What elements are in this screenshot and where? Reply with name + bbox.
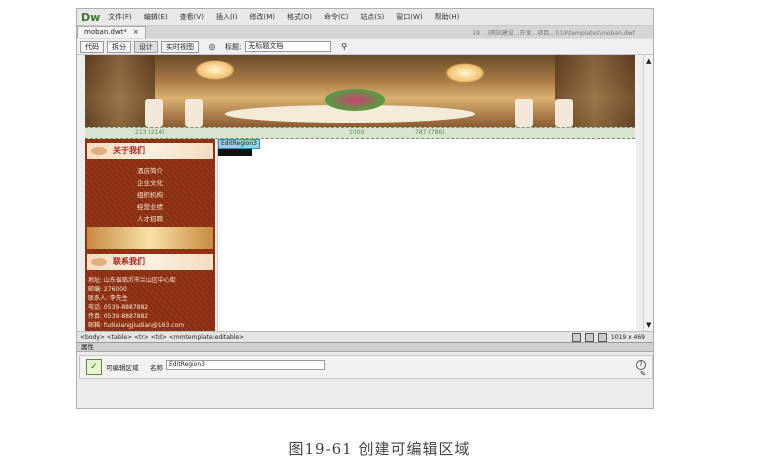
- right-column-width: 787 (786): [415, 129, 445, 136]
- chair: [555, 99, 573, 127]
- region-name-input[interactable]: EditRegion3: [166, 360, 325, 370]
- status-bar: <body> <table> <tr> <td> <mmtemplate:edi…: [77, 331, 653, 342]
- menu-help[interactable]: 帮助(H): [435, 12, 460, 22]
- sidebar-link-performance[interactable]: 经营业绩: [137, 201, 163, 211]
- document-tab-bar: moban.dwt* × 19 ...(网站建设...开发...项目...)\1…: [77, 26, 653, 38]
- menu-insert[interactable]: 插入(I): [216, 12, 238, 22]
- desktop-icon[interactable]: [571, 332, 581, 342]
- check-page-icon[interactable]: ⚲: [339, 42, 349, 52]
- design-view[interactable]: 213 (214) 1000 787 (786) 关于我们 酒店简介 企业文化 …: [77, 55, 643, 331]
- scroll-up-icon[interactable]: ▲: [646, 57, 651, 65]
- editable-region-selection[interactable]: [218, 149, 252, 156]
- lamp-light: [445, 63, 485, 83]
- name-label: 名称: [150, 364, 163, 372]
- menu-bar: Dw 文件(F) 编辑(E) 查看(V) 插入(I) 修改(M) 格式(O) 命…: [77, 9, 653, 26]
- document-path: 19 ...(网站建设...开发...项目...)\19\templates\m…: [472, 29, 635, 37]
- menu-view[interactable]: 查看(V): [180, 12, 204, 22]
- banner-image: [85, 55, 635, 127]
- property-type: 可编辑区域: [106, 364, 139, 372]
- contact-phone: 电话: 0539-8887882: [88, 304, 149, 311]
- window-size[interactable]: 1019 x 469: [611, 334, 645, 341]
- editable-region-icon: ✓: [86, 359, 102, 375]
- properties-body: ✓ 可编辑区域 名称 EditRegion3 ? ✎: [79, 355, 653, 379]
- chair: [145, 99, 163, 127]
- contact-person: 联系人: 李先生: [88, 295, 128, 302]
- menu-site[interactable]: 站点(S): [360, 12, 384, 22]
- live-view-button[interactable]: 实时视图: [161, 40, 199, 53]
- figure-caption: 图19-61 创建可编辑区域: [288, 440, 471, 458]
- sidebar-link-intro[interactable]: 酒店简介: [137, 165, 163, 175]
- lamp-light: [195, 60, 235, 80]
- ornament-icon: [91, 258, 107, 266]
- status-right: 1019 x 469: [571, 332, 645, 342]
- left-sidebar: 关于我们 酒店简介 企业文化 组织机构 经营业绩 人才招聘 联系我们 地址: 山…: [85, 139, 215, 331]
- document-tab[interactable]: moban.dwt* ×: [77, 26, 146, 38]
- menu-window[interactable]: 窗口(W): [396, 12, 422, 22]
- tablet-icon[interactable]: [584, 332, 594, 342]
- globe-icon[interactable]: ◎: [207, 42, 217, 52]
- contact-us-header: 联系我们: [87, 254, 213, 270]
- editable-region-tab[interactable]: EditRegion3: [218, 139, 260, 149]
- ornament-icon: [91, 147, 107, 155]
- about-us-title: 关于我们: [113, 146, 145, 155]
- document-toolbar: 代码 拆分 设计 实时视图 ◎ 标题: 无标题文档 ⚲: [77, 39, 653, 55]
- table-width-strip: 213 (214) 1000 787 (786): [85, 127, 635, 139]
- close-icon[interactable]: ×: [133, 27, 139, 38]
- edit-icon[interactable]: ✎: [640, 370, 646, 378]
- split-view-button[interactable]: 拆分: [107, 40, 131, 53]
- menu-format[interactable]: 格式(O): [287, 12, 312, 22]
- left-column-width: 213 (214): [135, 129, 165, 136]
- menu-edit[interactable]: 编辑(E): [144, 12, 168, 22]
- scroll-down-icon[interactable]: ▼: [646, 321, 651, 329]
- title-input[interactable]: 无标题文档: [245, 41, 332, 52]
- contact-email: 邮箱: fudixiangjiudian@163.com: [88, 322, 185, 329]
- document-tab-label: moban.dwt*: [84, 28, 127, 36]
- contact-address: 地址: 山东省临沂市兰山区中心街: [88, 277, 176, 284]
- dw-logo: Dw: [81, 10, 101, 24]
- chair: [185, 99, 203, 127]
- help-icon[interactable]: ?: [636, 360, 646, 370]
- tag-selector[interactable]: <body> <table> <tr> <td> <mmtemplate:edi…: [80, 334, 244, 341]
- design-view-button[interactable]: 设计: [134, 40, 158, 53]
- chair: [515, 99, 533, 127]
- properties-title: 属性: [77, 343, 653, 352]
- vertical-scrollbar[interactable]: ▲ ▼: [643, 55, 653, 331]
- sidebar-link-recruit[interactable]: 人才招聘: [137, 213, 163, 223]
- phone-icon[interactable]: [597, 332, 607, 342]
- dreamweaver-window: Dw 文件(F) 编辑(E) 查看(V) 插入(I) 修改(M) 格式(O) 命…: [76, 8, 654, 409]
- sidebar-link-organization[interactable]: 组织机构: [137, 189, 163, 199]
- wine-glasses-image: [87, 227, 213, 249]
- contact-fax: 传真: 0539-8887882: [88, 313, 149, 320]
- menu-file[interactable]: 文件(F): [108, 12, 132, 22]
- code-view-button[interactable]: 代码: [80, 40, 104, 53]
- properties-panel: 属性 ✓ 可编辑区域 名称 EditRegion3 ? ✎: [77, 342, 653, 408]
- table-width: 1000: [349, 129, 365, 136]
- title-label: 标题:: [225, 42, 242, 51]
- menu-commands[interactable]: 命令(C): [324, 12, 348, 22]
- flower-centerpiece: [325, 89, 385, 111]
- sidebar-link-culture[interactable]: 企业文化: [137, 177, 163, 187]
- contact-postcode: 邮编: 276000: [88, 286, 127, 293]
- contact-us-title: 联系我们: [113, 257, 145, 266]
- content-area[interactable]: EditRegion3: [217, 139, 636, 331]
- about-us-header: 关于我们: [87, 143, 213, 159]
- menu-modify[interactable]: 修改(M): [249, 12, 275, 22]
